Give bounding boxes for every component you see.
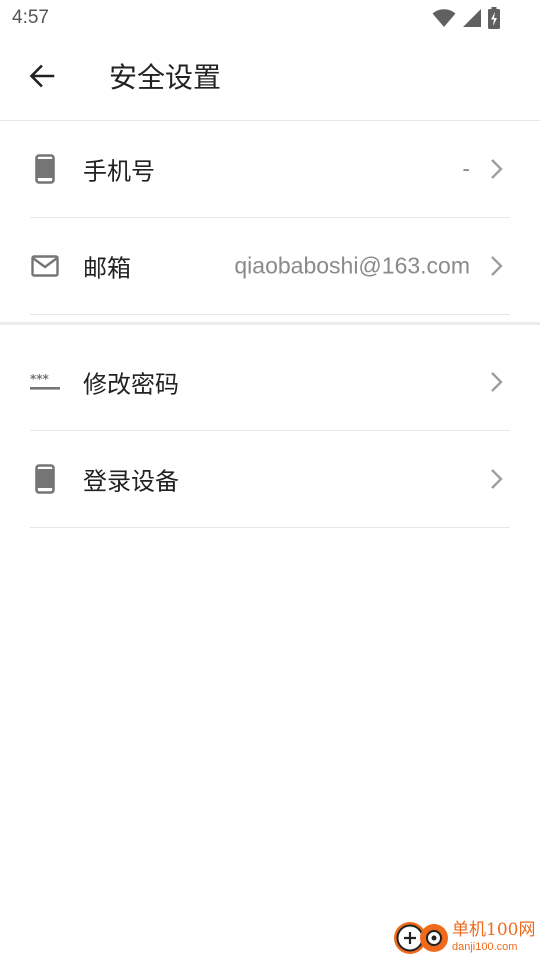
chevron-right-icon [488,254,506,278]
watermark-text-en: danji100.com [452,940,518,953]
login-devices-label: 登录设备 [83,467,179,496]
chevron-right-icon [488,157,506,181]
group-divider [0,322,540,325]
wifi-icon [432,8,456,32]
email-value: qiaobaboshi@163.com [234,252,470,279]
watermark-logo-icon [390,914,452,960]
watermark-text: 单机100网 danji100.com [452,919,536,953]
smartphone-icon [30,464,60,494]
login-devices-row[interactable]: 登录设备 [30,431,510,528]
smartphone-icon [30,154,60,184]
app-bar: 安全设置 [0,36,540,121]
change-password-label: 修改密码 [83,370,179,399]
status-time: 4:57 [12,7,49,28]
page-title: 安全设置 [109,61,222,94]
change-password-row[interactable]: *** 修改密码 [30,334,510,431]
battery-charging-icon [488,7,500,33]
phone-row[interactable]: 手机号 - [30,121,510,218]
email-label: 邮箱 [83,254,131,283]
watermark-text-cn: 单机100网 [452,919,536,940]
arrow-left-icon [29,64,55,92]
chevron-right-icon [488,370,506,394]
phone-label: 手机号 [83,157,155,186]
svg-text:***: *** [30,373,50,386]
mail-icon [30,251,60,281]
back-button[interactable] [20,56,64,100]
watermark: 单机100网 danji100.com [390,914,540,960]
status-icons [432,7,500,33]
security-actions-group: *** 修改密码 登录设备 [0,334,540,528]
phone-value: - [462,155,470,182]
account-info-group: 手机号 - 邮箱 qiaobaboshi@163.com [0,121,540,315]
status-bar: 4:57 [0,0,540,36]
email-row[interactable]: 邮箱 qiaobaboshi@163.com [30,218,510,315]
password-dots-icon: *** [30,367,60,397]
signal-icon [462,8,482,32]
chevron-right-icon [488,467,506,491]
